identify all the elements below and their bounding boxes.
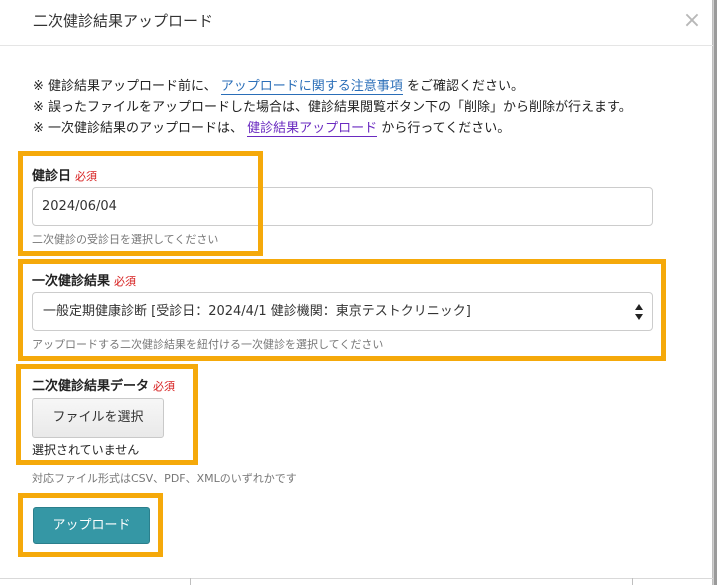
- required-badge: 必須: [75, 170, 98, 183]
- required-badge: 必須: [153, 380, 176, 393]
- notice-line-3: ※ 一次健診結果のアップロードは、 健診結果アップロード から行ってください。: [33, 118, 632, 139]
- notice-3-suffix: から行ってください。: [381, 121, 511, 136]
- choose-file-button[interactable]: ファイルを選択: [32, 398, 164, 438]
- dialog-header: 二次健診結果アップロード ×: [0, 0, 713, 46]
- upload-dialog: 二次健診結果アップロード × ※ 健診結果アップロード前に、 アップロードに関す…: [0, 0, 713, 585]
- dialog-title: 二次健診結果アップロード: [33, 12, 214, 30]
- background-divider: [190, 578, 191, 585]
- required-badge: 必須: [114, 275, 137, 288]
- primary-result-help: アップロードする二次健診結果を紐付ける一次健診を選択してください: [32, 338, 384, 351]
- checkup-upload-link[interactable]: 健診結果アップロード: [247, 121, 378, 137]
- file-status-text: 選択されていません: [32, 443, 140, 457]
- primary-result-label: 一次健診結果 必須: [32, 270, 136, 289]
- footer-divider: [0, 578, 713, 579]
- notice-line-2: ※ 誤ったファイルをアップロードした場合は、健診結果閲覧ボタン下の「削除」から削…: [33, 97, 632, 118]
- notice-3-prefix: ※ 一次健診結果のアップロードは、: [33, 121, 244, 136]
- notice-list: ※ 健診結果アップロード前に、 アップロードに関する注意事項 をご確認ください。…: [33, 76, 632, 139]
- notice-line-1: ※ 健診結果アップロード前に、 アップロードに関する注意事項 をご確認ください。: [33, 76, 632, 97]
- secondary-data-label-text: 二次健診結果データ: [32, 379, 150, 394]
- select-updown-icon: [635, 304, 643, 320]
- checkup-date-input[interactable]: [32, 187, 653, 226]
- upload-button[interactable]: アップロード: [33, 507, 150, 544]
- primary-result-select[interactable]: 一般定期健康診断 [受診日：2024/4/1 健診機関：東京テストクリニック]: [32, 292, 653, 331]
- notice-1-suffix: をご確認ください。: [406, 79, 524, 94]
- notice-1-prefix: ※ 健診結果アップロード前に、: [33, 79, 217, 94]
- checkup-date-label: 健診日 必須: [32, 165, 97, 184]
- close-icon[interactable]: ×: [681, 8, 703, 34]
- checkup-date-help: 二次健診の受診日を選択してください: [32, 233, 219, 246]
- primary-result-selected-value: 一般定期健康診断 [受診日：2024/4/1 健診機関：東京テストクリニック]: [43, 304, 471, 319]
- background-divider: [632, 578, 633, 585]
- notice-2-text: ※ 誤ったファイルをアップロードした場合は、健診結果閲覧ボタン下の「削除」から削…: [33, 100, 632, 115]
- checkup-date-label-text: 健診日: [32, 169, 72, 184]
- secondary-data-label: 二次健診結果データ 必須: [32, 375, 175, 394]
- file-format-help: 対応ファイル形式はCSV、PDF、XMLのいずれかです: [32, 472, 297, 485]
- upload-precautions-link[interactable]: アップロードに関する注意事項: [220, 79, 403, 95]
- primary-result-label-text: 一次健診結果: [32, 274, 111, 289]
